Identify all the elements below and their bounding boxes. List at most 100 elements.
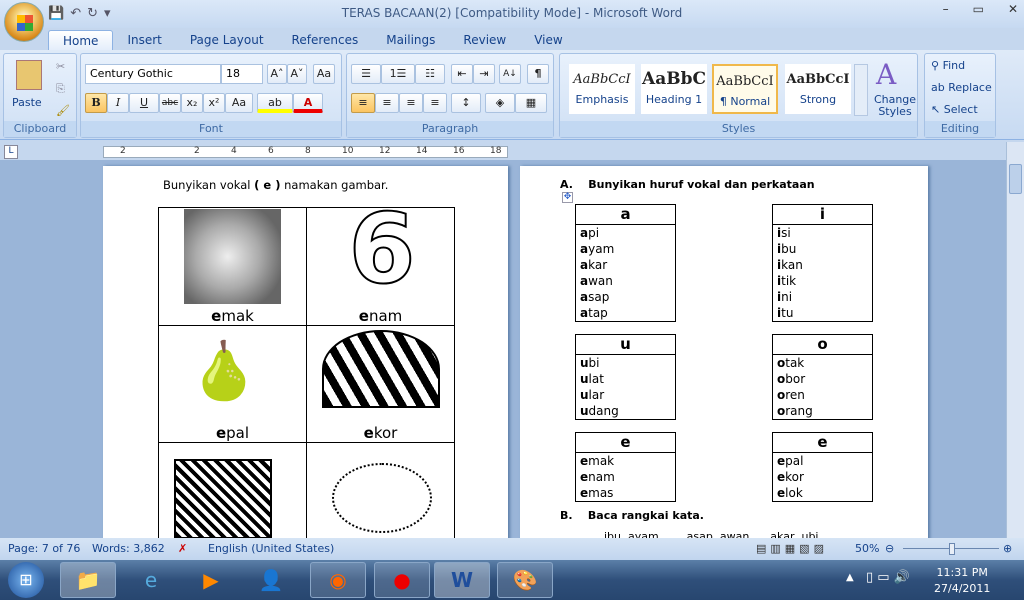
vertical-scrollbar[interactable] <box>1006 142 1024 538</box>
strikethrough-button[interactable]: abc <box>159 93 181 113</box>
shading-button[interactable]: ◈ <box>485 93 515 113</box>
horizontal-ruler[interactable]: 2 2 4 6 8 10 12 14 16 18 <box>103 146 508 158</box>
format-painter-icon[interactable]: 🖌 <box>56 104 70 117</box>
paste-button[interactable]: Paste <box>12 96 42 109</box>
align-right-button[interactable]: ≡ <box>399 93 423 113</box>
decrease-indent-button[interactable]: ⇤ <box>451 64 473 84</box>
minimize-button[interactable]: – <box>943 2 949 16</box>
ribbon: Paste ✂ ⎘ 🖌 Clipboard Century Gothic 18 … <box>0 50 1024 140</box>
tab-page-layout[interactable]: Page Layout <box>176 30 278 50</box>
tab-selector[interactable]: L <box>4 145 18 159</box>
select-button[interactable]: ↖ Select <box>931 103 978 116</box>
instruction-text: Bunyikan vokal ( e ) namakan gambar. <box>163 178 389 192</box>
show-formatting-button[interactable]: ¶ <box>527 64 549 84</box>
page-count[interactable]: Page: 7 of 76 <box>8 538 80 560</box>
document-area[interactable]: Bunyikan vokal ( e ) namakan gambar. ema… <box>0 160 1006 538</box>
ruler-tick: 8 <box>305 146 311 156</box>
find-button[interactable]: ⚲ Find <box>931 59 965 72</box>
align-left-button[interactable]: ≡ <box>351 93 375 113</box>
font-size-combo[interactable]: 18 <box>221 64 263 84</box>
word-count[interactable]: Words: 3,862 <box>92 538 165 560</box>
tray-icons[interactable]: ▯ ▭ 🔊 <box>866 570 910 585</box>
style-strong[interactable]: AaBbCcI Strong <box>785 64 851 114</box>
styles-scroll[interactable] <box>854 64 868 116</box>
picture-woman[interactable] <box>184 209 281 304</box>
taskbar-media-player[interactable]: ▶ <box>183 562 239 598</box>
zoom-slider-thumb[interactable] <box>949 543 955 555</box>
tab-insert[interactable]: Insert <box>113 30 175 50</box>
picture-tail[interactable] <box>322 330 440 408</box>
picture-6[interactable]: 6 <box>337 193 427 305</box>
clipboard-label: Clipboard <box>4 121 76 137</box>
picture-treasure-chest[interactable] <box>174 459 272 538</box>
zoom-out-icon[interactable]: ⊖ <box>885 538 894 560</box>
justify-button[interactable]: ≡ <box>423 93 447 113</box>
style-emphasis[interactable]: AaBbCcI Emphasis <box>569 64 635 114</box>
style-normal[interactable]: AaBbCcI ¶ Normal <box>712 64 778 114</box>
ribbon-tabs: Home Insert Page Layout References Maili… <box>48 28 577 50</box>
paste-icon[interactable] <box>16 60 42 90</box>
copy-icon[interactable]: ⎘ <box>56 82 65 96</box>
style-heading-1[interactable]: AaBbC Heading 1 <box>641 64 707 114</box>
center-button[interactable]: ≡ <box>375 93 399 113</box>
underline-button[interactable]: U <box>129 93 159 113</box>
clock[interactable]: 11:31 PM 27/4/2011 <box>934 565 990 597</box>
superscript-button[interactable]: x² <box>203 93 225 113</box>
taskbar-internet-explorer[interactable]: e <box>123 562 179 598</box>
taskbar-word[interactable]: W <box>434 562 490 598</box>
subscript-button[interactable]: x₂ <box>181 93 203 113</box>
shrink-font-button[interactable]: A˅ <box>287 64 307 84</box>
highlight-button[interactable]: ab <box>257 93 293 113</box>
multilevel-list-button[interactable]: ☷ <box>415 64 445 84</box>
office-button[interactable] <box>4 2 44 42</box>
increase-indent-button[interactable]: ⇥ <box>473 64 495 84</box>
tab-references[interactable]: References <box>278 30 373 50</box>
picture-table: emak 6 enam 🍐 epal ekor <box>158 193 455 538</box>
proofing-icon[interactable]: ✗ <box>178 538 187 560</box>
font-name-combo[interactable]: Century Gothic <box>85 64 221 84</box>
cut-icon[interactable]: ✂ <box>56 60 65 73</box>
bold-button[interactable]: B <box>85 93 107 113</box>
change-case-button[interactable]: Aa <box>225 93 253 113</box>
taskbar-firefox[interactable]: ◉ <box>310 562 366 598</box>
ruler-tick: 16 <box>453 146 465 156</box>
taskbar-paint[interactable]: 🎨 <box>497 562 553 598</box>
tab-view[interactable]: View <box>520 30 576 50</box>
bullets-button[interactable]: ☰ <box>351 64 381 84</box>
change-styles-button[interactable]: Change Styles <box>873 94 917 118</box>
paragraph-label: Paragraph <box>347 121 553 137</box>
tab-review[interactable]: Review <box>449 30 520 50</box>
taskbar-explorer[interactable]: 📁 <box>60 562 116 598</box>
vowel-word: isi <box>777 226 791 240</box>
maximize-button[interactable]: ▭ <box>973 2 984 16</box>
font-color-button[interactable]: A <box>293 93 323 113</box>
replace-button[interactable]: ab Replace <box>931 81 992 94</box>
show-hidden-icons[interactable]: ▲ <box>846 572 854 583</box>
line-spacing-button[interactable]: ↕ <box>451 93 481 113</box>
close-button[interactable]: ✕ <box>1008 2 1018 16</box>
clear-formatting-button[interactable]: Aa <box>313 64 335 84</box>
tab-home[interactable]: Home <box>48 30 114 50</box>
language[interactable]: English (United States) <box>208 538 334 560</box>
grow-font-button[interactable]: A˄ <box>267 64 287 84</box>
borders-button[interactable]: ▦ <box>515 93 547 113</box>
picture-chicken[interactable] <box>332 463 432 533</box>
taskbar: ⊞ 📁 e ▶ 👤 ◉ ● W 🎨 ▲ ▯ ▭ 🔊 11:31 PM 27/4/2… <box>0 560 1024 600</box>
numbering-button[interactable]: 1☰ <box>381 64 415 84</box>
picture-cell: emak <box>159 208 307 326</box>
taskbar-user-tool[interactable]: 👤 <box>243 562 299 598</box>
picture-apples[interactable]: 🍐 <box>189 342 259 402</box>
styles-group: AaBbCcI Emphasis AaBbC Heading 1 AaBbCcI ¶ … <box>559 53 918 138</box>
zoom-in-icon[interactable]: ⊕ <box>1003 538 1012 560</box>
font-label: Font <box>81 121 341 137</box>
view-buttons[interactable]: ▤▥▦▧▨ <box>756 538 828 560</box>
tab-mailings[interactable]: Mailings <box>372 30 449 50</box>
scrollbar-thumb[interactable] <box>1009 164 1022 194</box>
start-button[interactable]: ⊞ <box>8 562 44 598</box>
sort-button[interactable]: A↓ <box>499 64 521 84</box>
editing-group: ⚲ Find ab Replace ↖ Select Editing <box>924 53 996 138</box>
table-move-handle-icon[interactable]: ✥ <box>562 192 573 203</box>
italic-button[interactable]: I <box>107 93 129 113</box>
zoom-level[interactable]: 50% <box>855 538 879 560</box>
taskbar-vodafone[interactable]: ● <box>374 562 430 598</box>
